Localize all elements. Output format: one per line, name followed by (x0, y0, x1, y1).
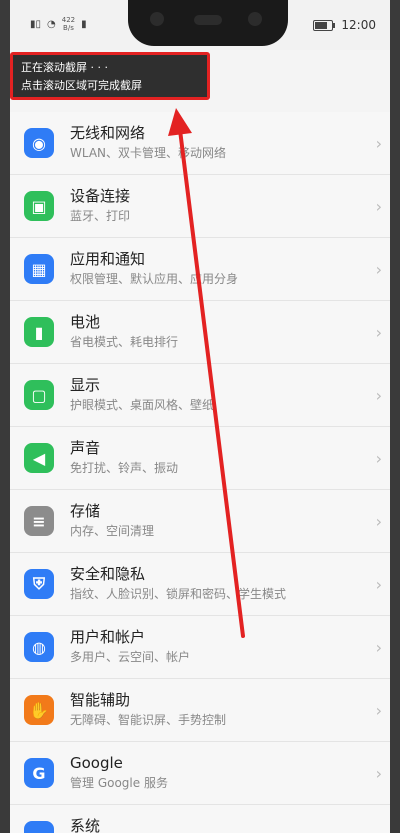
battery-icon: ▮ (24, 317, 54, 347)
chevron-right-icon: › (375, 323, 382, 342)
chevron-right-icon: › (375, 386, 382, 405)
sensor-icon (248, 12, 262, 26)
settings-item[interactable]: ▢ 显示护眼模式、桌面风格、壁纸 › (10, 364, 390, 427)
settings-item[interactable]: ≡ 存储内存、空间清理 › (10, 490, 390, 553)
settings-item-title: 存储 (70, 502, 101, 520)
settings-item-subtitle: 管理 Google 服务 (70, 776, 168, 790)
network-speed: 422 B/s (61, 16, 76, 32)
toast-line-1: 正在滚动截屏 · · · (21, 61, 108, 74)
user-icon: ◍ (24, 632, 54, 662)
settings-item-text: 安全和隐私指纹、人脸识别、锁屏和密码、学生模式 (70, 563, 286, 603)
settings-list: ◉ 无线和网络 WLAN、双卡管理、移动网络 › ▣ 设备连接蓝牙、打印 › ▦ 应用和通知权限… (10, 112, 390, 833)
settings-item-subtitle: 护眼模式、桌面风格、壁纸 (70, 398, 215, 412)
scroll-screenshot-toast[interactable]: 正在滚动截屏 · · · 点击滚动区域可完成截屏 (10, 52, 210, 100)
settings-item[interactable]: ◍ 用户和帐户多用户、云空间、帐户 › (10, 616, 390, 679)
settings-item-title: 安全和隐私 (70, 565, 146, 583)
chevron-right-icon: › (375, 638, 382, 657)
settings-item[interactable]: ▣ 设备连接蓝牙、打印 › (10, 175, 390, 238)
settings-item-title: 声音 (70, 439, 101, 457)
settings-item-text: 电池省电模式、耗电排行 (70, 311, 178, 351)
display-icon: ▢ (24, 380, 54, 410)
settings-item-title: 用户和帐户 (70, 628, 146, 646)
notification-icon: ▮ (81, 18, 87, 30)
signal-icon: ▮▯ (30, 18, 42, 30)
phone-screen: ▮▯ ◔ 422 B/s ▮ 12:00 正在滚动截屏 · · · 点击滚动区域… (10, 0, 390, 833)
settings-item[interactable]: G Google 管理 Google 服务 › (10, 742, 390, 805)
settings-item-text: 显示护眼模式、桌面风格、壁纸 (70, 374, 214, 414)
settings-item-title: 系统 (70, 817, 101, 833)
settings-item[interactable]: ▭ 系统 › (10, 805, 390, 833)
settings-item-title: Google (70, 754, 123, 772)
status-right: 12:00 (313, 18, 376, 32)
settings-item-title: 智能辅助 (70, 691, 131, 709)
settings-item-subtitle: 内存、空间清理 (70, 524, 155, 538)
settings-item[interactable]: ◀ 声音免打扰、铃声、振动 › (10, 427, 390, 490)
chevron-right-icon: › (375, 197, 382, 216)
chevron-right-icon: › (375, 512, 382, 531)
settings-item-subtitle: 无障碍、智能识屏、手势控制 (70, 713, 227, 727)
settings-item-text: Google 管理 Google 服务 (70, 752, 168, 792)
settings-item[interactable]: ▮ 电池省电模式、耗电排行 › (10, 301, 390, 364)
sound-icon: ◀ (24, 443, 54, 473)
device-connection-icon: ▣ (24, 191, 54, 221)
settings-item-title: 电池 (70, 313, 101, 331)
settings-item-text: 无线和网络 WLAN、双卡管理、移动网络 (70, 122, 226, 162)
chevron-right-icon: › (375, 764, 382, 783)
chevron-right-icon: › (375, 260, 382, 279)
settings-item-title: 设备连接 (70, 187, 131, 205)
shield-icon: ⛨ (24, 569, 54, 599)
settings-item-text: 系统 (70, 815, 100, 833)
settings-item-text: 声音免打扰、铃声、振动 (70, 437, 178, 477)
settings-item[interactable]: ⛨ 安全和隐私指纹、人脸识别、锁屏和密码、学生模式 › (10, 553, 390, 616)
status-left: ▮▯ ◔ 422 B/s ▮ (30, 16, 87, 32)
settings-item-text: 设备连接 蓝牙、打印 (70, 185, 130, 225)
settings-item-subtitle: 省电模式、耗电排行 (70, 335, 179, 349)
settings-item-subtitle: 蓝牙、打印 (70, 209, 131, 223)
settings-item-subtitle: 指纹、人脸识别、锁屏和密码、学生模式 (70, 587, 287, 601)
settings-item[interactable]: ✋ 智能辅助无障碍、智能识屏、手势控制 › (10, 679, 390, 742)
settings-item[interactable]: ◉ 无线和网络 WLAN、双卡管理、移动网络 › (10, 112, 390, 175)
google-icon: G (24, 758, 54, 788)
settings-item-text: 智能辅助无障碍、智能识屏、手势控制 (70, 689, 226, 729)
settings-item-subtitle: WLAN、双卡管理、移动网络 (70, 146, 227, 160)
settings-item-subtitle: 权限管理、默认应用、应用分身 (70, 272, 239, 286)
settings-item-text: 应用和通知权限管理、默认应用、应用分身 (70, 248, 238, 288)
settings-item-subtitle: 免打扰、铃声、振动 (70, 461, 179, 475)
settings-item-title: 无线和网络 (70, 124, 146, 142)
chevron-right-icon: › (375, 449, 382, 468)
settings-item-subtitle: 多用户、云空间、帐户 (70, 650, 191, 664)
settings-item-text: 存储 内存、空间清理 (70, 500, 154, 540)
system-icon: ▭ (24, 821, 54, 833)
status-bar: ▮▯ ◔ 422 B/s ▮ 12:00 (10, 0, 390, 50)
settings-item[interactable]: ▦ 应用和通知权限管理、默认应用、应用分身 › (10, 238, 390, 301)
wifi-status-icon: ◔ (47, 18, 56, 30)
clock: 12:00 (341, 18, 376, 32)
storage-icon: ≡ (24, 506, 54, 536)
chevron-right-icon: › (375, 134, 382, 153)
settings-item-title: 显示 (70, 376, 101, 394)
earpiece-icon (194, 15, 222, 25)
settings-item-title: 应用和通知 (70, 250, 146, 268)
front-camera-icon (150, 12, 164, 26)
camera-notch (128, 0, 288, 46)
settings-item-text: 用户和帐户多用户、云空间、帐户 (70, 626, 190, 666)
apps-icon: ▦ (24, 254, 54, 284)
hand-icon: ✋ (24, 695, 54, 725)
chevron-right-icon: › (375, 701, 382, 720)
toast-line-2: 点击滚动区域可完成截屏 (21, 79, 142, 92)
wifi-icon: ◉ (24, 128, 54, 158)
chevron-right-icon: › (376, 827, 382, 833)
battery-status-icon (313, 19, 336, 31)
chevron-right-icon: › (375, 575, 382, 594)
